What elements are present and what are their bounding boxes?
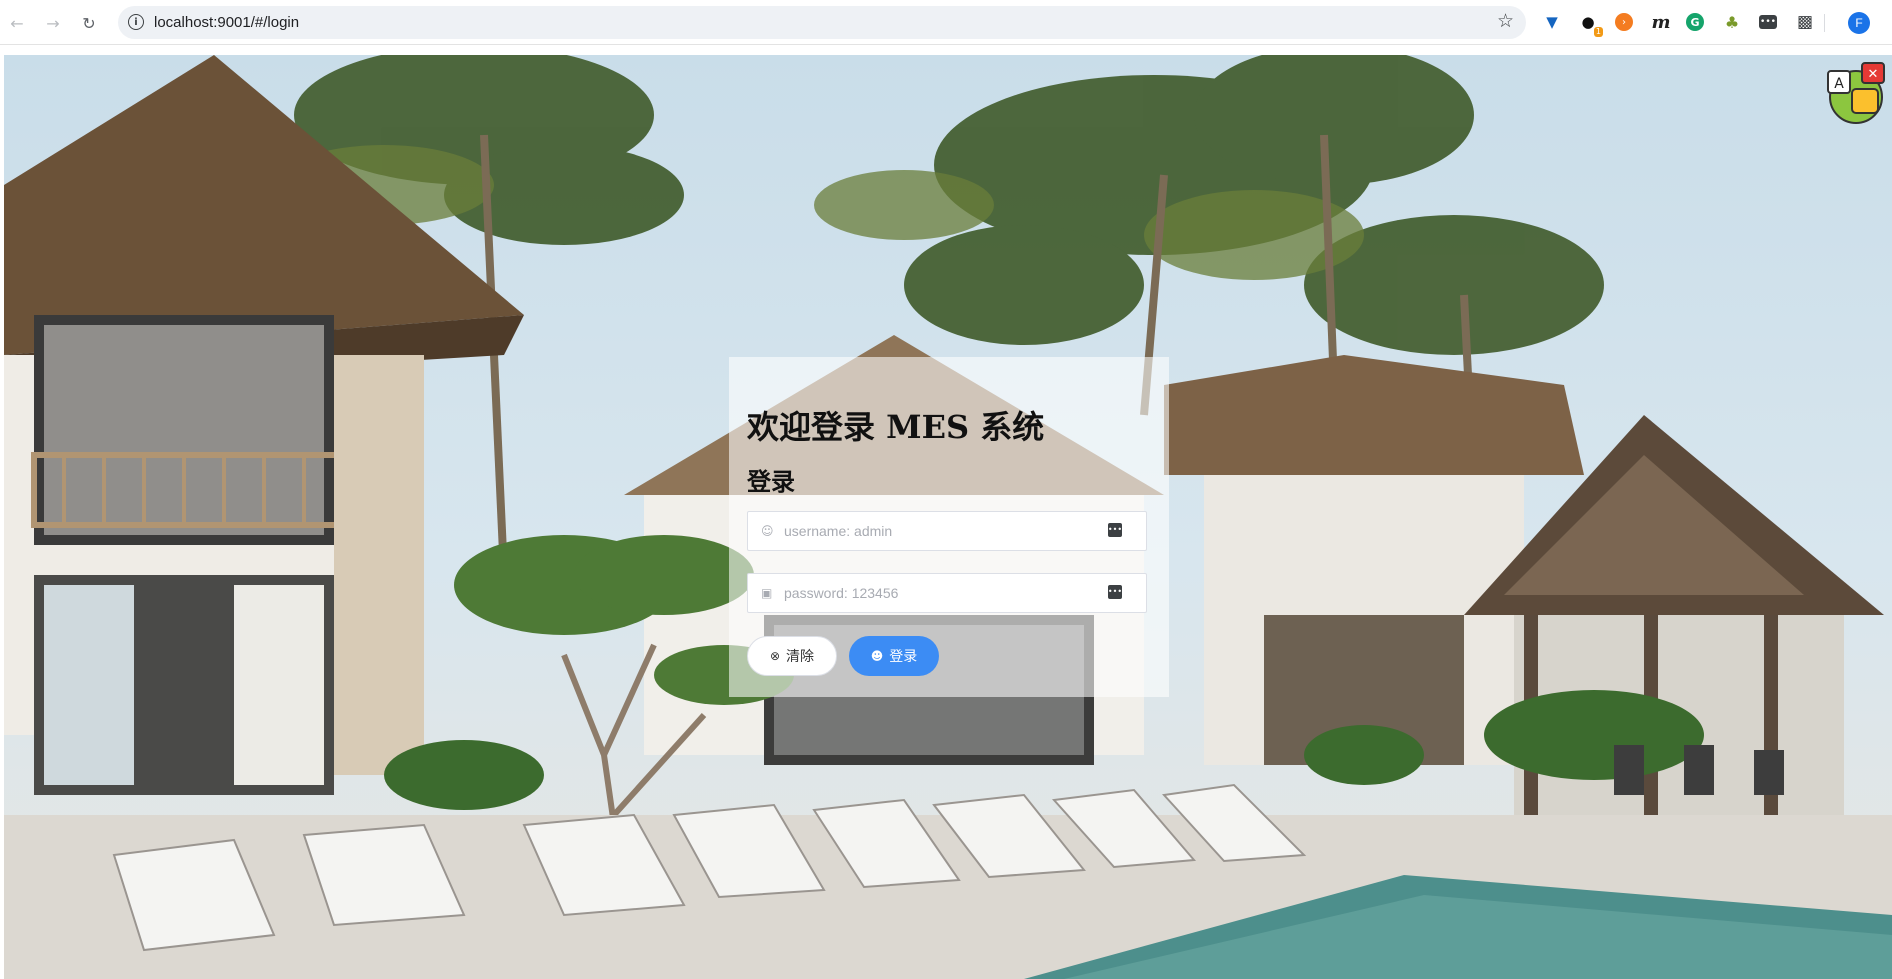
c-extension-icon[interactable]: ● 1 (1577, 11, 1603, 37)
info-icon[interactable]: i (128, 14, 144, 30)
grammarly-icon[interactable]: G (1686, 13, 1704, 31)
circle-close-icon: ⊗ (769, 649, 781, 663)
user-icon: ☻ (870, 649, 884, 663)
dots-extension-icon[interactable]: ••• (1759, 15, 1777, 29)
clear-button[interactable]: ⊗ 清除 (747, 636, 837, 676)
v-extension-icon[interactable]: ▼ (1541, 11, 1563, 33)
reload-button[interactable]: ↻ (76, 10, 102, 36)
extension-badge: 1 (1593, 27, 1603, 37)
login-button-label: 登录 (889, 649, 918, 665)
m-extension-icon[interactable]: m (1650, 11, 1672, 33)
user-icon: ☺ (761, 524, 774, 538)
star-icon[interactable]: ☆ (1497, 10, 1514, 32)
login-heading: 登录 (747, 467, 795, 496)
password-manager-icon[interactable]: ••• (1108, 523, 1122, 537)
password-manager-icon[interactable]: ••• (1108, 585, 1122, 599)
back-button[interactable]: ← (4, 10, 30, 36)
lock-icon: ▣ (761, 586, 773, 600)
tree-extension-icon[interactable]: ♣ (1721, 11, 1743, 33)
orange-extension-icon[interactable]: › (1615, 13, 1633, 31)
toolbar-divider (1824, 14, 1825, 32)
translate-icon[interactable]: A ✕ (1824, 61, 1888, 125)
password-input[interactable]: ▣ password: 123456 ••• (747, 573, 1147, 613)
forward-button[interactable]: → (40, 10, 66, 36)
url-text[interactable]: localhost:9001/#/login (154, 14, 299, 31)
username-placeholder[interactable]: username: admin (784, 523, 892, 539)
page-title: 欢迎登录 MES 系统 (747, 408, 1045, 446)
puzzle-icon[interactable]: ▩ (1794, 11, 1816, 33)
login-button[interactable]: ☻ 登录 (849, 636, 939, 676)
clear-button-label: 清除 (786, 649, 815, 665)
browser-toolbar: ← → ↻ i localhost:9001/#/login ☆ ▼ ● 1 › … (0, 0, 1892, 45)
username-input[interactable]: ☺ username: admin ••• (747, 511, 1147, 551)
login-card: 欢迎登录 MES 系统 登录 ☺ username: admin ••• ▣ p… (729, 357, 1169, 697)
profile-avatar[interactable]: F (1848, 12, 1870, 34)
address-bar[interactable]: i localhost:9001/#/login ☆ (118, 6, 1526, 39)
svg-text:✕: ✕ (1868, 67, 1879, 82)
svg-text:A: A (1834, 76, 1844, 92)
password-placeholder[interactable]: password: 123456 (784, 585, 898, 601)
